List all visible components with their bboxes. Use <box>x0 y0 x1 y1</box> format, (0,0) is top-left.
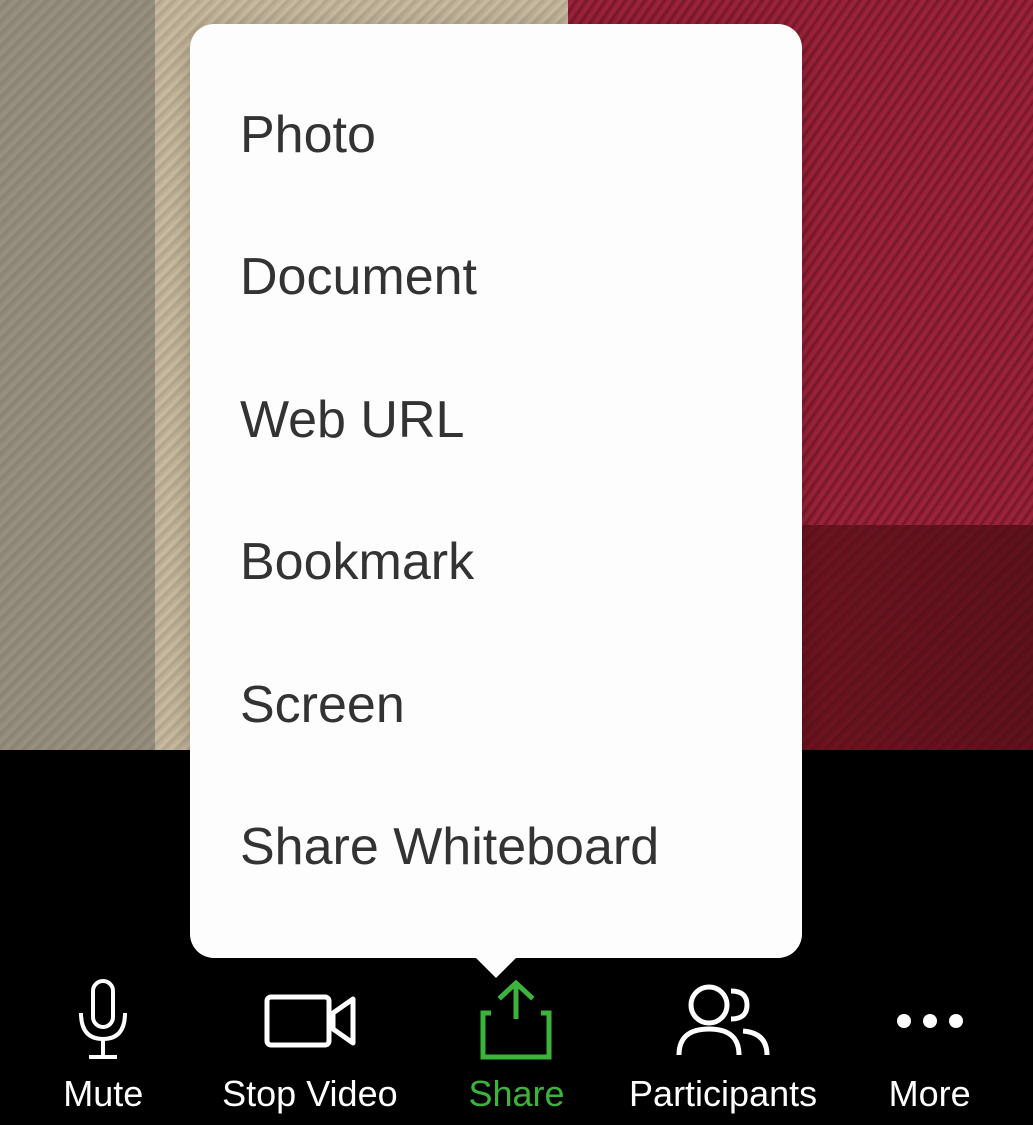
more-label: More <box>889 1073 971 1115</box>
share-icon <box>477 981 555 1061</box>
microphone-icon <box>75 981 131 1061</box>
participants-icon <box>673 981 773 1061</box>
meeting-toolbar: Mute Stop Video Share <box>0 970 1033 1125</box>
share-button[interactable]: Share <box>413 980 620 1115</box>
participants-label: Participants <box>629 1073 817 1115</box>
camera-icon <box>263 981 357 1061</box>
share-label: Share <box>468 1073 564 1115</box>
more-button[interactable]: More <box>826 980 1033 1115</box>
mute-label: Mute <box>63 1073 143 1115</box>
share-menu-item-bookmark[interactable]: Bookmark <box>190 491 802 633</box>
participants-button[interactable]: Participants <box>620 980 827 1115</box>
stop-video-label: Stop Video <box>222 1073 397 1115</box>
stop-video-button[interactable]: Stop Video <box>207 980 414 1115</box>
share-menu-item-screen[interactable]: Screen <box>190 634 802 776</box>
share-menu-item-whiteboard[interactable]: Share Whiteboard <box>190 776 802 918</box>
more-icon <box>897 981 963 1061</box>
share-menu-item-web-url[interactable]: Web URL <box>190 349 802 491</box>
mute-button[interactable]: Mute <box>0 980 207 1115</box>
share-menu-item-document[interactable]: Document <box>190 206 802 348</box>
share-menu-item-photo[interactable]: Photo <box>190 64 802 206</box>
share-menu-popup: Photo Document Web URL Bookmark Screen S… <box>190 24 802 958</box>
